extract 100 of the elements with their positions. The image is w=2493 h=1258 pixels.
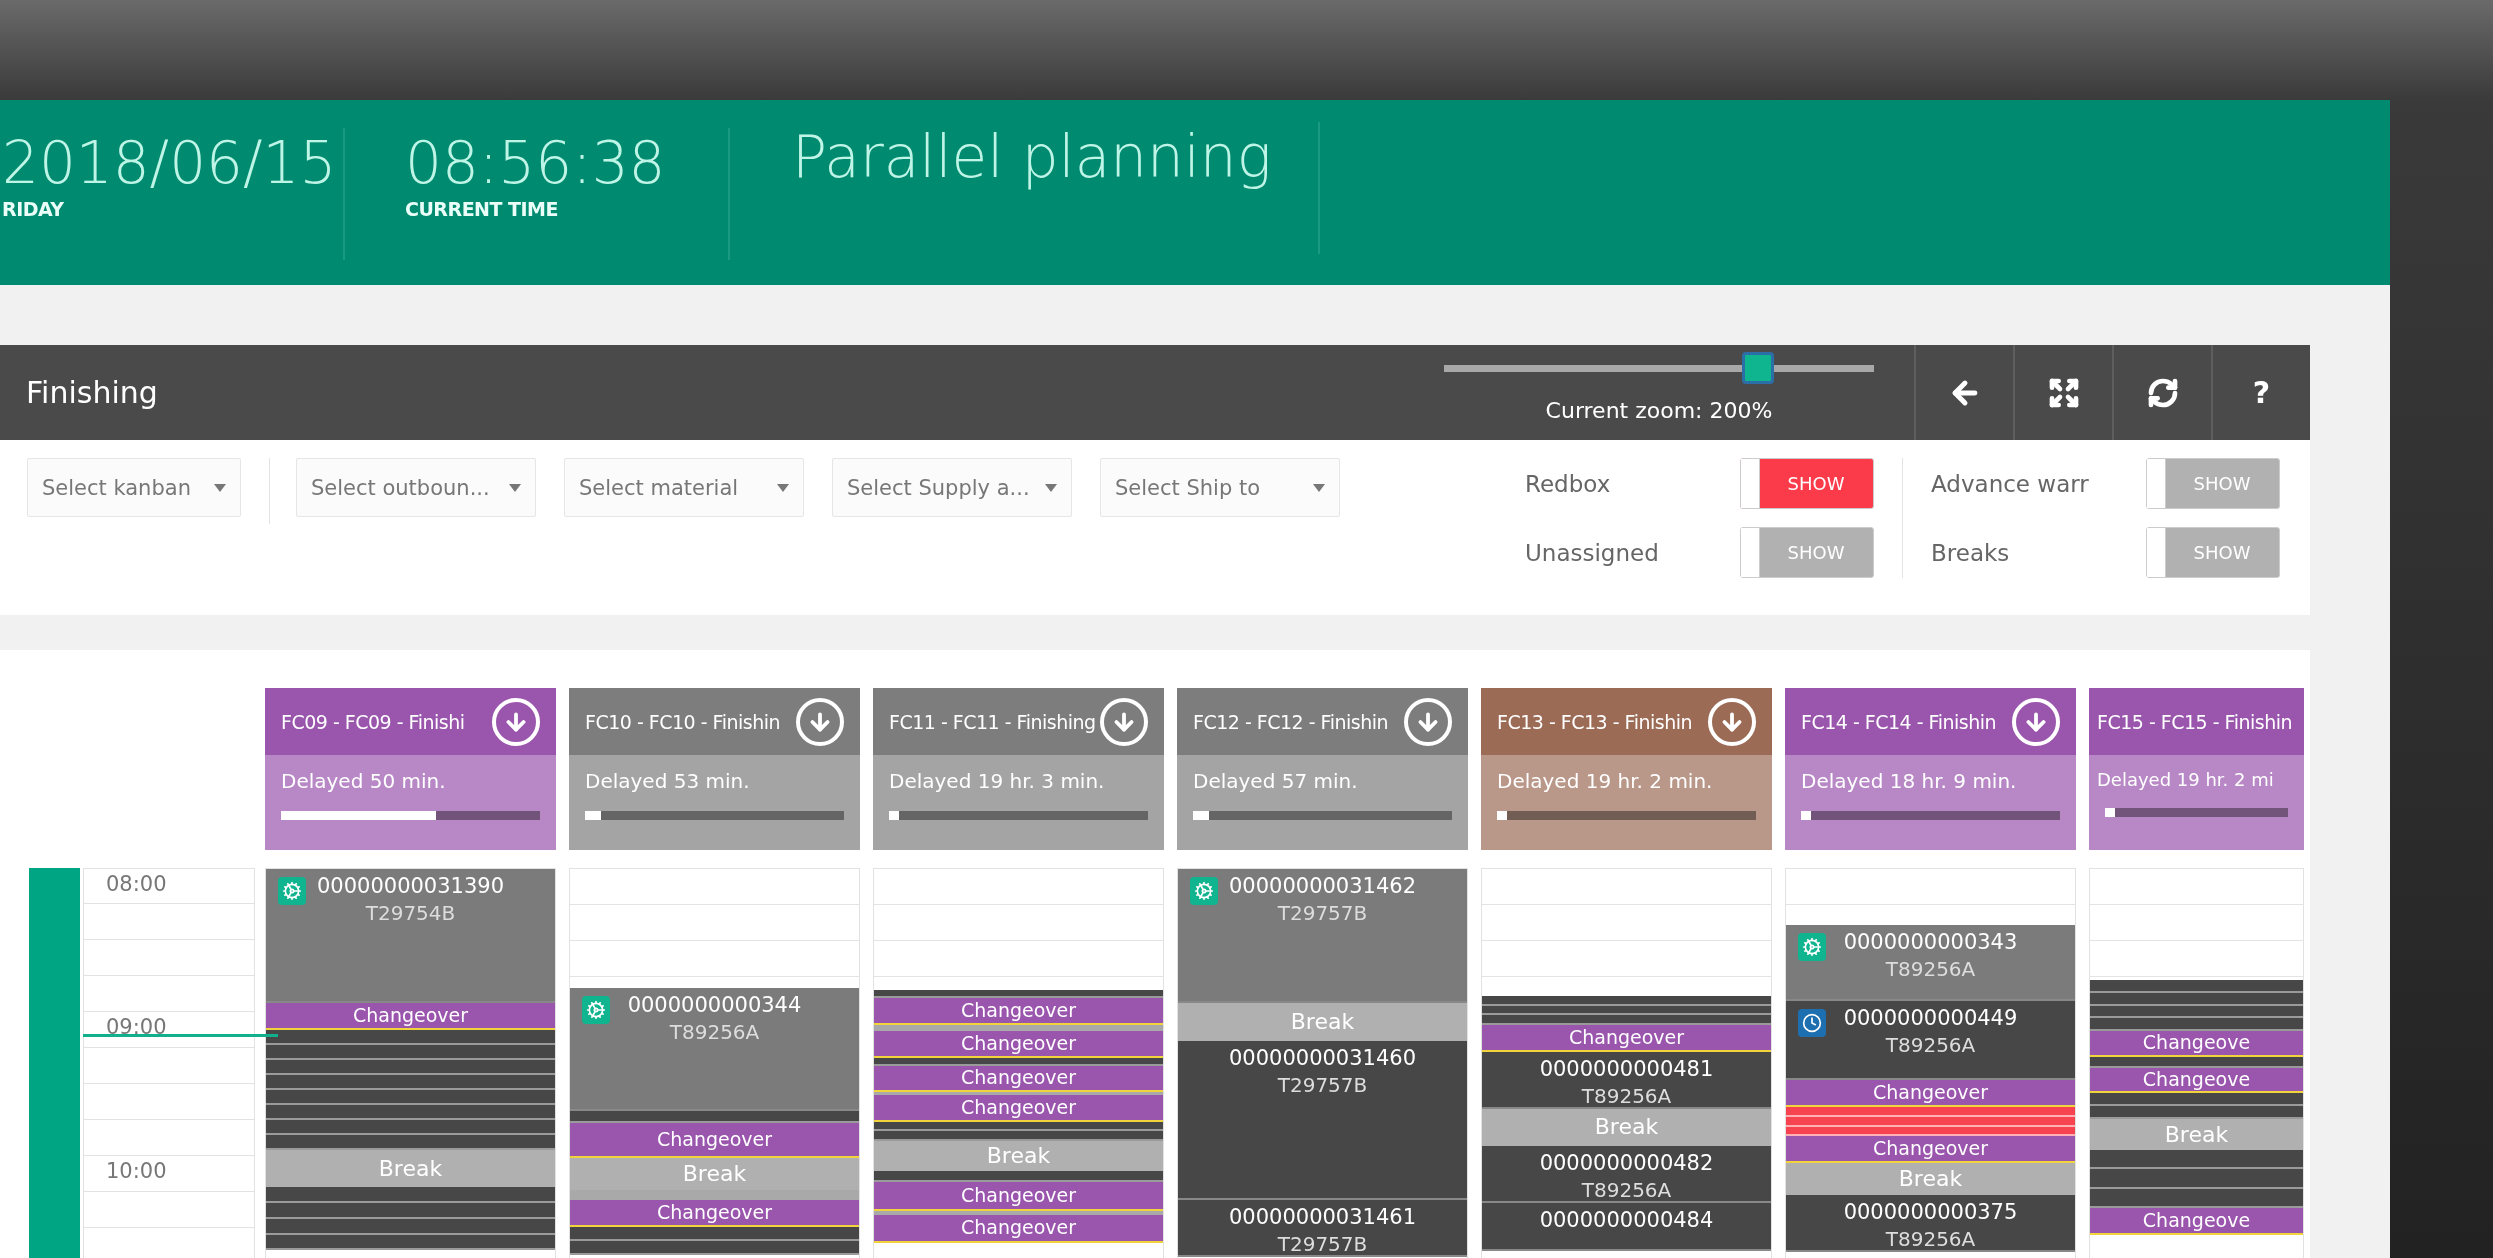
material-code: T29757B (1277, 900, 1368, 927)
machine-title: FC13 - FC13 - Finishin (1497, 710, 1693, 733)
delay-status: Delayed 50 min. (280, 768, 447, 793)
filter-dropdown[interactable]: Select kanban (27, 458, 241, 517)
filter-dropdown[interactable]: Select Supply a... (832, 458, 1072, 517)
delay-status: Delayed 19 hr. 2 mi (2096, 768, 2275, 790)
material-code: T89256A (1581, 1082, 1672, 1107)
zoom-slider-thumb[interactable] (1741, 352, 1774, 384)
break-block: Break (1786, 1163, 2075, 1195)
break-block: Break (570, 1158, 859, 1191)
download-button[interactable] (2012, 697, 2060, 746)
order-number: 0000000000481 (1539, 1055, 1714, 1083)
changeover-block: Changeover (874, 1031, 1163, 1059)
redbox-order-bar[interactable] (1786, 1117, 2075, 1127)
clock-icon (1798, 1008, 1826, 1037)
material-code: T29754B (365, 900, 456, 927)
hour-label: 10:00 (106, 1159, 167, 1183)
changeover-block: Changeove (2090, 1031, 2303, 1057)
delay-status: Delayed 19 hr. 3 min. (888, 768, 1106, 793)
changeover-block: Changeover (1482, 1024, 1771, 1052)
material-code: T29757B (1277, 1071, 1368, 1099)
order-number: 0000000000449 (1843, 1004, 2018, 1032)
toggle-label: Breaks (1931, 539, 2011, 566)
current-time-label: CURRENT TIME (405, 198, 559, 220)
machine-title: FC10 - FC10 - Finishin (585, 710, 781, 733)
order-block[interactable]: 0000000000482 T89256A (1482, 1145, 1771, 1203)
show-toggle[interactable]: SHOW (1740, 458, 1874, 509)
download-button[interactable] (1404, 697, 1452, 746)
redbox-order-bar[interactable] (1786, 1126, 2075, 1137)
current-time: 08:56:38 (405, 128, 667, 198)
order-bar[interactable] (874, 989, 1163, 998)
redbox-order-bar[interactable] (1786, 1107, 2075, 1117)
changeover-block: Changeover (874, 1066, 1163, 1092)
order-block[interactable]: 00000000031462 T29757B (1178, 869, 1467, 1003)
order-block[interactable]: 00000000031390 T29754B (266, 869, 555, 1003)
gear-icon (582, 996, 610, 1025)
order-bar[interactable] (874, 1121, 1163, 1132)
break-block: Break (2090, 1118, 2303, 1151)
filter-dropdown[interactable]: Select material (564, 458, 804, 517)
delay-status: Delayed 19 hr. 2 min. (1496, 768, 1714, 793)
date: 2018/06/15 (2, 128, 338, 198)
changeover-block: Changeover (874, 1094, 1163, 1122)
changeover-block: Changeover (266, 1002, 555, 1030)
order-number: 00000000031461 (1228, 1203, 1417, 1231)
machine-title: FC09 - FC09 - Finishi (281, 710, 465, 733)
fullscreen-icon (2047, 376, 2080, 409)
order-block[interactable]: 00000000031460 T29757B (1178, 1040, 1467, 1200)
page-title: Parallel planning (792, 122, 1273, 192)
machine-title: FC11 - FC11 - Finishing (889, 710, 1096, 733)
order-block[interactable]: 0000000000344 T89256A (570, 988, 859, 1111)
changeover-block: Changeover (1786, 1136, 2075, 1164)
material-code: T89256A (1885, 955, 1976, 983)
order-number: 00000000031460 (1228, 1044, 1417, 1072)
order-bar[interactable] (570, 1241, 859, 1256)
gear-icon (278, 877, 306, 905)
break-block: Break (1482, 1109, 1771, 1146)
caret-icon (1045, 483, 1057, 492)
section-title: Finishing (25, 375, 159, 410)
delay-status: Delayed 53 min. (584, 768, 751, 793)
order-block[interactable]: 00000000031461 T29757B (1178, 1199, 1467, 1257)
machine-title: FC12 - FC12 - Finishin (1193, 710, 1389, 733)
material-code: T89256A (669, 1019, 760, 1047)
caret-icon (214, 483, 226, 492)
gear-icon (1798, 932, 1826, 961)
download-button[interactable] (1100, 697, 1148, 746)
order-block[interactable]: 0000000000484 (1482, 1202, 1771, 1251)
order-block[interactable]: 0000000000375 T89256A (1786, 1194, 2075, 1253)
break-block: Break (874, 1140, 1163, 1171)
order-bar[interactable] (2090, 1056, 2303, 1068)
machine-title: FC15 - FC15 - Finishin (2097, 710, 2293, 733)
changeover-block: Changeover (874, 1182, 1163, 1211)
refresh-icon (2146, 376, 2179, 409)
break-block: Break (1178, 1002, 1467, 1041)
caret-icon (777, 483, 789, 492)
filter-dropdown[interactable]: Select Ship to (1100, 458, 1340, 517)
changeover-block: Changeover (874, 1215, 1163, 1243)
download-button[interactable] (796, 697, 844, 746)
changeover-block: Changeover (1786, 1080, 2075, 1108)
hour-label: 08:00 (106, 872, 167, 896)
caret-icon (1313, 483, 1325, 492)
delay-status: Delayed 57 min. (1192, 768, 1359, 793)
changeover-block: Changeover (570, 1123, 859, 1159)
break-block: Break (266, 1150, 555, 1187)
order-bar[interactable] (266, 1135, 555, 1151)
material-code: T89256A (1581, 1176, 1672, 1201)
zoom-label: Current zoom: 200% (1545, 398, 1773, 423)
order-block[interactable]: 0000000000449 T89256A (1786, 1000, 2075, 1081)
download-button[interactable] (492, 697, 540, 746)
filter-dropdown[interactable]: Select outboun... (296, 458, 536, 517)
download-button[interactable] (1708, 697, 1756, 746)
changeover-block: Changeover (570, 1199, 859, 1227)
order-number: 0000000000344 (627, 992, 802, 1020)
order-number: 0000000000375 (1843, 1198, 2018, 1226)
order-block[interactable]: 0000000000481 T89256A (1482, 1051, 1771, 1110)
hour-label: 09:00 (106, 1015, 167, 1039)
material-code: T29757B (1277, 1230, 1368, 1255)
order-number: 00000000031462 (1228, 873, 1417, 900)
order-number: 00000000031390 (316, 873, 505, 900)
order-block[interactable]: 0000000000343 T89256A (1786, 924, 2075, 1001)
caret-icon (509, 483, 521, 492)
